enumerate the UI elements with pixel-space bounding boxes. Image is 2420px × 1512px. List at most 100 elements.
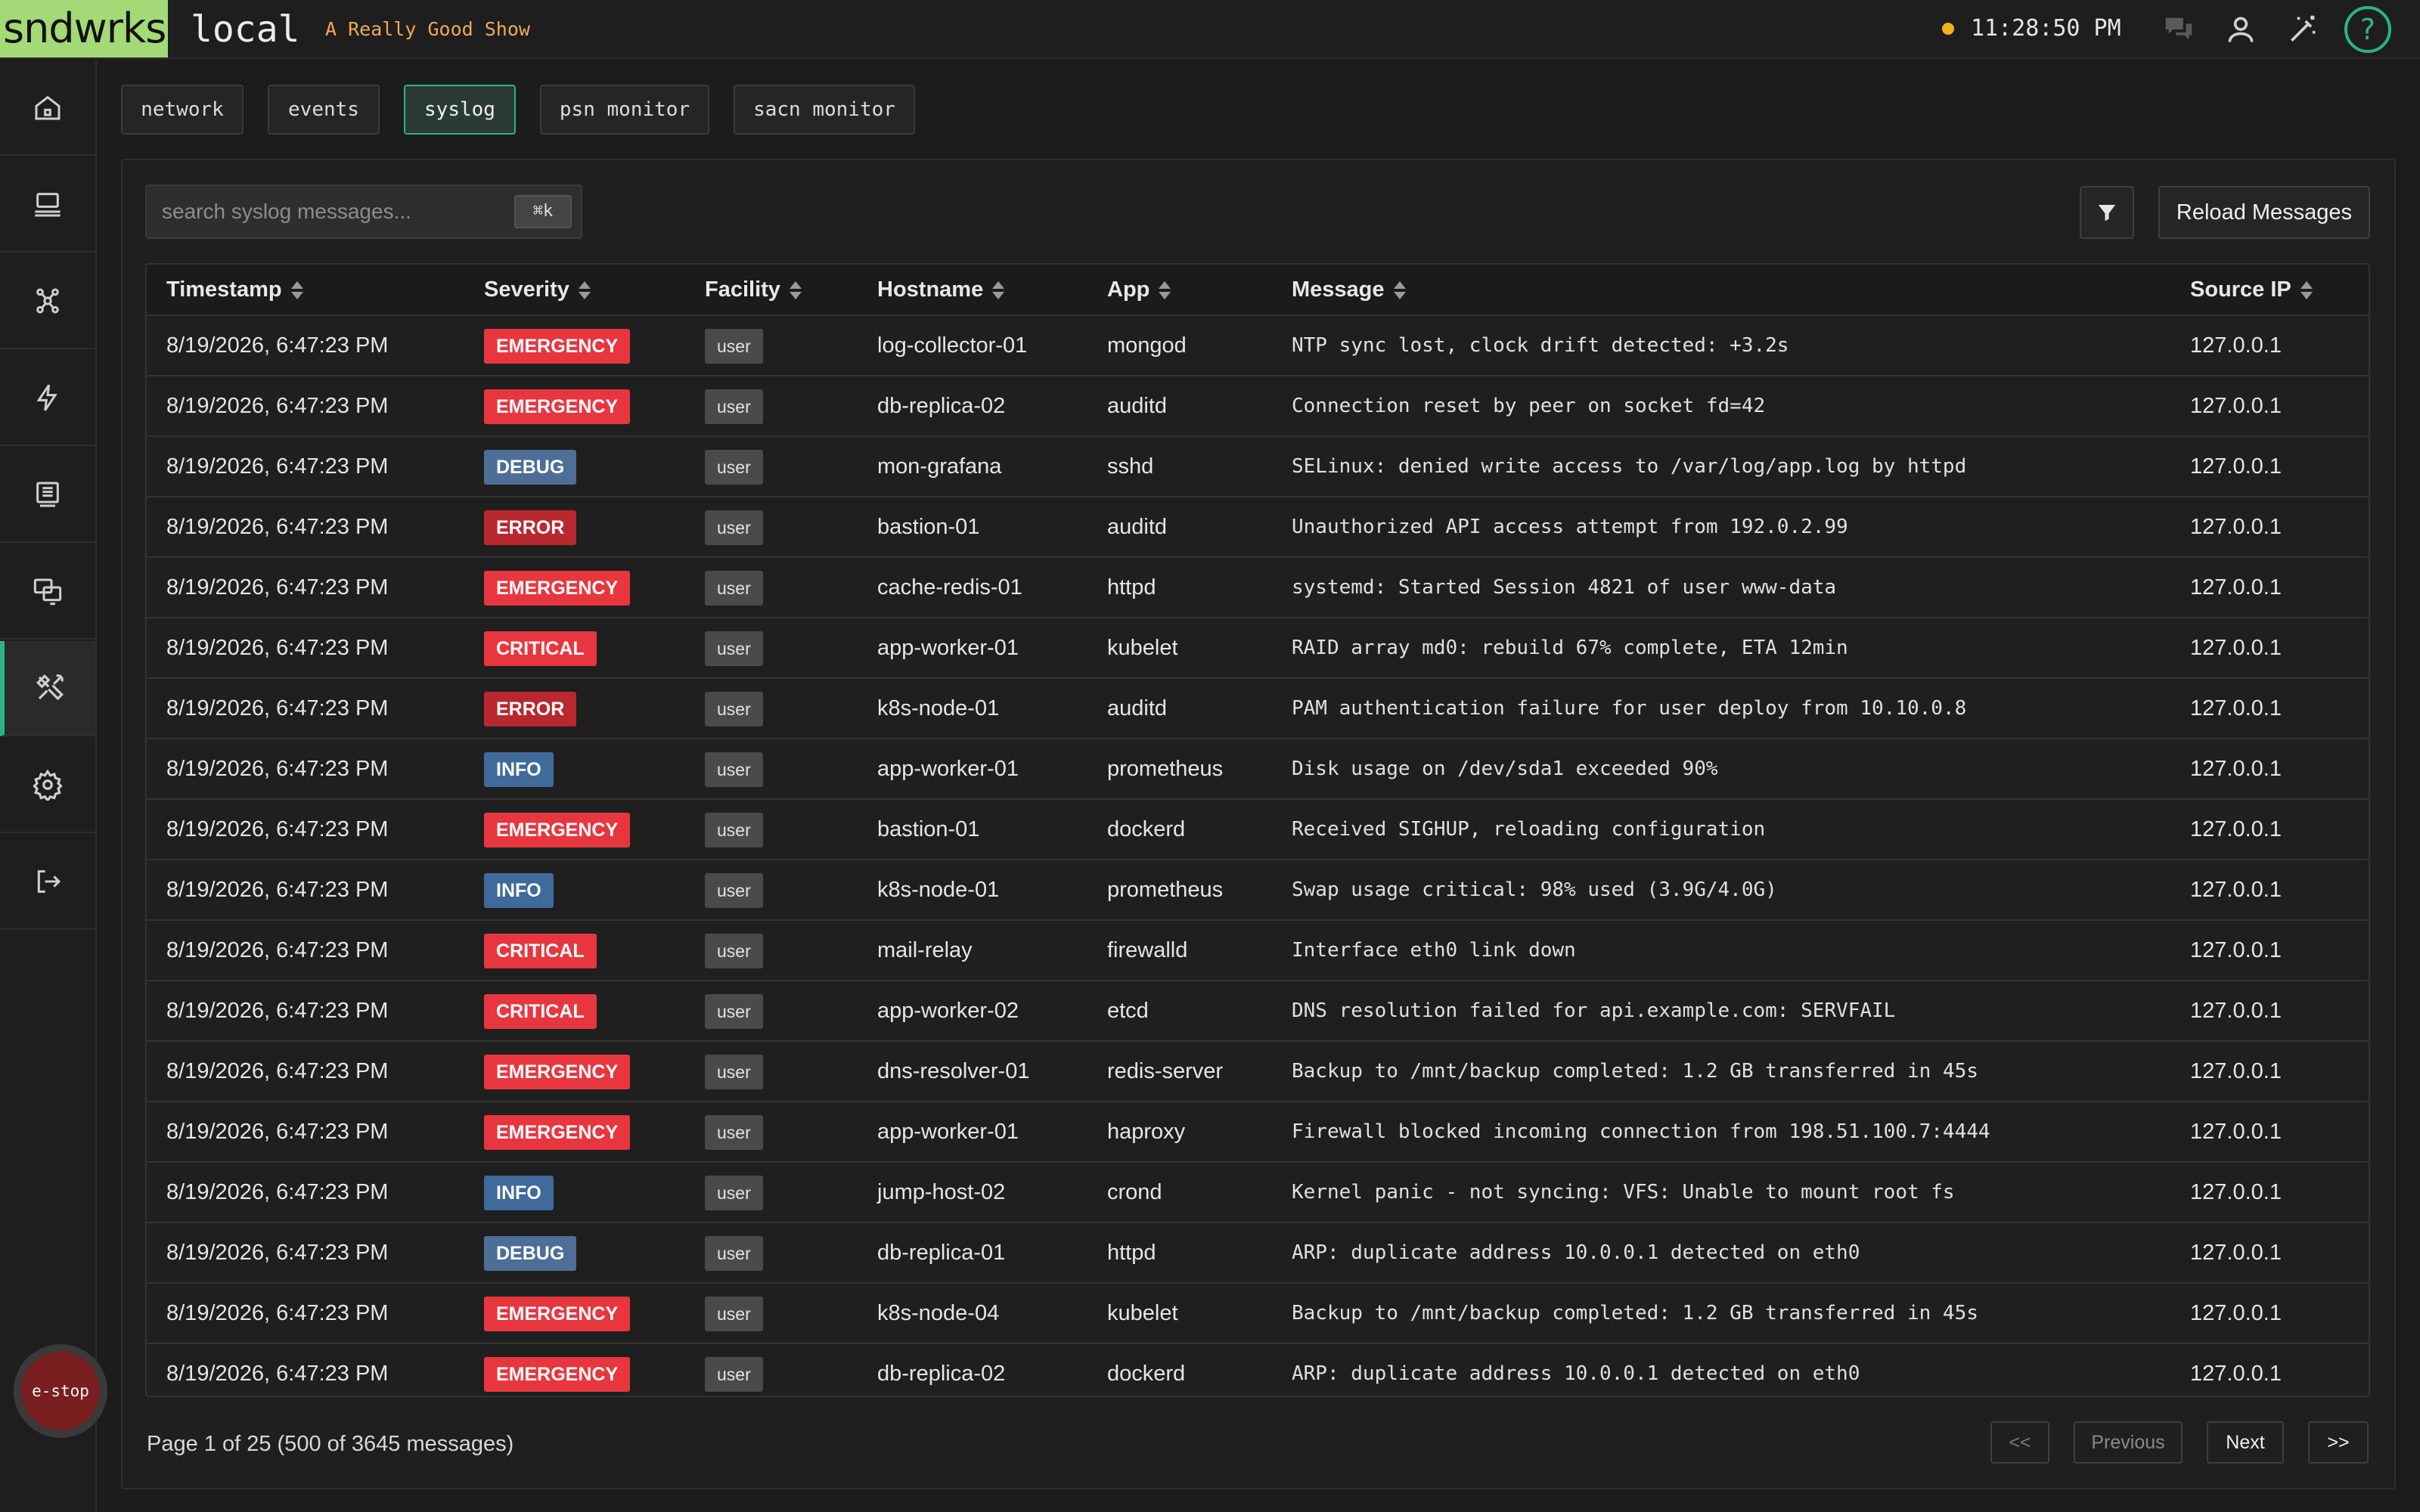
cell-source-ip: 127.0.0.1 bbox=[2190, 394, 2282, 418]
reload-messages-button[interactable]: Reload Messages bbox=[2158, 186, 2370, 239]
sort-icon bbox=[1159, 281, 1171, 300]
cell-hostname: bastion-01 bbox=[877, 817, 980, 841]
search-input[interactable] bbox=[162, 186, 495, 237]
tab-network[interactable]: network bbox=[121, 85, 244, 135]
cell-severity: EMERGENCY bbox=[484, 1284, 631, 1343]
search-box: ⌘k bbox=[145, 184, 582, 239]
cell-source-ip: 127.0.0.1 bbox=[2190, 1180, 2282, 1204]
help-icon[interactable]: ? bbox=[2344, 6, 2391, 53]
user-icon[interactable] bbox=[2222, 11, 2260, 48]
sidebar-item-monitor[interactable] bbox=[0, 544, 95, 640]
cell-source-ip: 127.0.0.1 bbox=[2190, 999, 2282, 1023]
table-row[interactable]: 8/19/2026, 6:47:23 PM INFO user jump-host-0… bbox=[147, 1163, 2369, 1223]
tab-sacn-monitor[interactable]: sacn monitor bbox=[734, 85, 915, 135]
table-row[interactable]: 8/19/2026, 6:47:23 PM DEBUG user mon-grafan… bbox=[147, 437, 2369, 497]
filter-button[interactable] bbox=[2080, 186, 2134, 239]
sidebar-item-logout[interactable] bbox=[0, 835, 95, 930]
cell-app: httpd bbox=[1107, 1241, 1156, 1265]
previous-page-button[interactable]: Previous bbox=[2074, 1421, 2183, 1464]
cell-source-ip: 127.0.0.1 bbox=[2190, 1301, 2282, 1325]
first-page-button[interactable]: << bbox=[1990, 1421, 2049, 1464]
cell-source-ip: 127.0.0.1 bbox=[2190, 333, 2282, 358]
cell-message: Interface eth0 link down bbox=[1292, 939, 1576, 962]
cell-message: Kernel panic - not syncing: VFS: Unable … bbox=[1292, 1181, 1955, 1204]
estop-button[interactable]: e-stop bbox=[14, 1344, 107, 1438]
sidebar-item-home[interactable] bbox=[0, 60, 95, 156]
cell-message: systemd: Started Session 4821 of user ww… bbox=[1292, 576, 1837, 599]
severity-badge: ERROR bbox=[484, 510, 577, 546]
column-header-hostname[interactable]: Hostname bbox=[877, 265, 1005, 314]
cell-message: ARP: duplicate address 10.0.0.1 detected… bbox=[1292, 1362, 1860, 1385]
sidebar-item-network[interactable] bbox=[0, 157, 95, 253]
cell-message: RAID array md0: rebuild 67% complete, ET… bbox=[1292, 637, 1848, 659]
table-row[interactable]: 8/19/2026, 6:47:23 PM EMERGENCY user bastio… bbox=[147, 800, 2369, 860]
cell-hostname: app-worker-01 bbox=[877, 757, 1019, 781]
cell-hostname: mon-grafana bbox=[877, 454, 1002, 479]
facility-badge: user bbox=[705, 934, 763, 969]
table-row[interactable]: 8/19/2026, 6:47:23 PM EMERGENCY user db-rep… bbox=[147, 1344, 2369, 1396]
facility-badge: user bbox=[705, 1115, 763, 1151]
cell-severity: EMERGENCY bbox=[484, 1344, 631, 1396]
table-row[interactable]: 8/19/2026, 6:47:23 PM EMERGENCY user cache-… bbox=[147, 558, 2369, 618]
facility-badge: user bbox=[705, 813, 763, 848]
column-header-source-ip[interactable]: Source IP bbox=[2190, 265, 2313, 314]
cell-timestamp: 8/19/2026, 6:47:23 PM bbox=[166, 1120, 389, 1144]
nodes-icon bbox=[36, 288, 59, 314]
table-row[interactable]: 8/19/2026, 6:47:23 PM ERROR user k8s-node-0… bbox=[147, 679, 2369, 739]
severity-badge: EMERGENCY bbox=[484, 1297, 631, 1332]
cell-hostname: db-replica-02 bbox=[877, 1362, 1006, 1386]
cell-facility: user bbox=[705, 1344, 763, 1396]
severity-badge: CRITICAL bbox=[484, 934, 597, 969]
sidebar-item-events[interactable] bbox=[0, 351, 95, 446]
table-row[interactable]: 8/19/2026, 6:47:23 PM CRITICAL user app-wor… bbox=[147, 981, 2369, 1042]
column-header-app[interactable]: App bbox=[1107, 265, 1171, 314]
table-row[interactable]: 8/19/2026, 6:47:23 PM EMERGENCY user k8s-no… bbox=[147, 1284, 2369, 1344]
cell-facility: user bbox=[705, 1042, 763, 1101]
table-row[interactable]: 8/19/2026, 6:47:23 PM CRITICAL user mail-re… bbox=[147, 921, 2369, 981]
table-row[interactable]: 8/19/2026, 6:47:23 PM EMERGENCY user log-co… bbox=[147, 316, 2369, 376]
table-row[interactable]: 8/19/2026, 6:47:23 PM ERROR user bastion-01… bbox=[147, 497, 2369, 558]
cell-severity: INFO bbox=[484, 860, 554, 919]
sort-icon bbox=[2300, 281, 2313, 300]
column-header-facility[interactable]: Facility bbox=[705, 265, 802, 314]
facility-badge: user bbox=[705, 510, 763, 546]
cell-hostname: bastion-01 bbox=[877, 515, 980, 539]
tab-psn-monitor[interactable]: psn monitor bbox=[540, 85, 709, 135]
cell-source-ip: 127.0.0.1 bbox=[2190, 938, 2282, 962]
table-row[interactable]: 8/19/2026, 6:47:23 PM INFO user k8s-node-01… bbox=[147, 860, 2369, 921]
cell-timestamp: 8/19/2026, 6:47:23 PM bbox=[166, 1241, 389, 1265]
cell-source-ip: 127.0.0.1 bbox=[2190, 1362, 2282, 1386]
tab-events[interactable]: events bbox=[268, 85, 380, 135]
column-header-severity[interactable]: Severity bbox=[484, 265, 591, 314]
column-header-message[interactable]: Message bbox=[1292, 265, 1406, 314]
sidebar-item-settings[interactable] bbox=[0, 738, 95, 833]
cell-message: Connection reset by peer on socket fd=42 bbox=[1292, 395, 1766, 417]
last-page-button[interactable]: >> bbox=[2308, 1421, 2369, 1464]
table-row[interactable]: 8/19/2026, 6:47:23 PM EMERGENCY user app-wo… bbox=[147, 1102, 2369, 1163]
table-row[interactable]: 8/19/2026, 6:47:23 PM INFO user app-worker-… bbox=[147, 739, 2369, 800]
table-row[interactable]: 8/19/2026, 6:47:23 PM EMERGENCY user db-rep… bbox=[147, 376, 2369, 437]
cell-message: Disk usage on /dev/sda1 exceeded 90% bbox=[1292, 758, 1718, 780]
sidebar-item-show[interactable] bbox=[0, 448, 95, 543]
app-logo[interactable]: sndwrks bbox=[0, 0, 168, 57]
sidebar-item-tools[interactable] bbox=[0, 641, 95, 736]
cell-facility: user bbox=[705, 739, 763, 798]
table-row[interactable]: 8/19/2026, 6:47:23 PM DEBUG user db-replica… bbox=[147, 1223, 2369, 1284]
sidebar-item-nodes[interactable] bbox=[0, 254, 95, 349]
cell-facility: user bbox=[705, 558, 763, 617]
magic-wand-icon[interactable] bbox=[2284, 11, 2322, 48]
severity-badge: DEBUG bbox=[484, 1236, 577, 1272]
status-indicator bbox=[1942, 23, 1954, 35]
cell-message: Swap usage critical: 98% used (3.9G/4.0G… bbox=[1292, 878, 1777, 901]
cell-app: auditd bbox=[1107, 394, 1168, 418]
cell-facility: user bbox=[705, 376, 763, 435]
cell-timestamp: 8/19/2026, 6:47:23 PM bbox=[166, 817, 389, 841]
chat-icon[interactable] bbox=[2160, 11, 2198, 48]
table-row[interactable]: 8/19/2026, 6:47:23 PM EMERGENCY user dns-re… bbox=[147, 1042, 2369, 1102]
column-header-timestamp[interactable]: Timestamp bbox=[166, 265, 303, 314]
table-row[interactable]: 8/19/2026, 6:47:23 PM CRITICAL user app-wor… bbox=[147, 618, 2369, 679]
next-page-button[interactable]: Next bbox=[2207, 1421, 2284, 1464]
gear-icon bbox=[33, 769, 63, 801]
tab-syslog[interactable]: syslog bbox=[404, 85, 516, 135]
facility-badge: user bbox=[705, 1236, 763, 1272]
